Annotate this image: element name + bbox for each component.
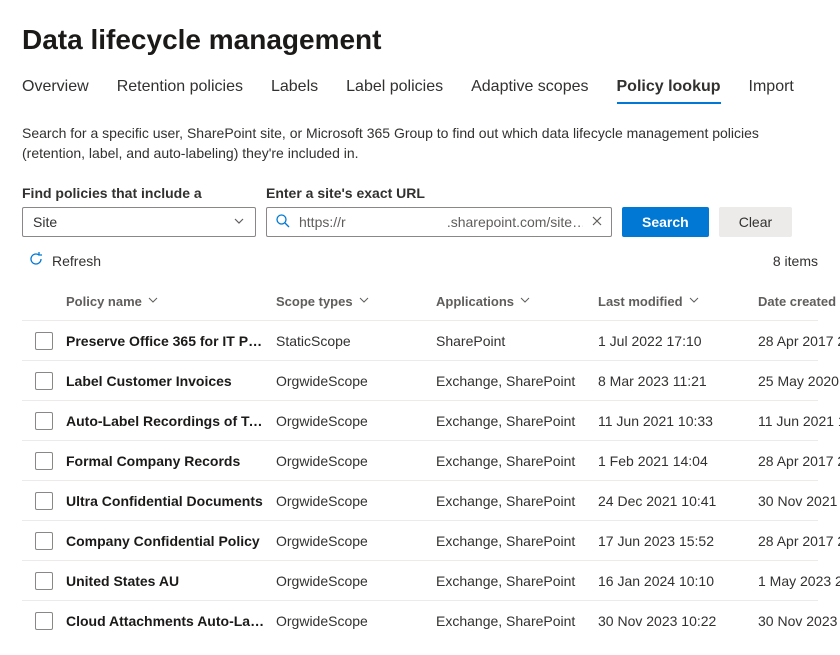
url-input[interactable] <box>299 214 583 230</box>
table-row[interactable]: Auto-Label Recordings of Team…OrgwideSco… <box>22 400 818 440</box>
cell-apps: SharePoint <box>436 333 598 349</box>
cell-modified: 16 Jan 2024 10:10 <box>598 573 758 589</box>
item-count: 8 items <box>773 253 818 269</box>
row-checkbox[interactable] <box>35 612 53 630</box>
search-button[interactable]: Search <box>622 207 709 237</box>
cell-modified: 30 Nov 2023 10:22 <box>598 613 758 629</box>
cell-created: 30 Nov 2023 06 <box>758 613 840 629</box>
cell-apps: Exchange, SharePoint <box>436 413 598 429</box>
chevron-down-icon <box>520 295 530 308</box>
table-row[interactable]: Label Customer InvoicesOrgwideScopeExcha… <box>22 360 818 400</box>
results-table: Policy name Scope types Applications Las… <box>22 284 818 640</box>
chevron-down-icon <box>233 214 245 230</box>
cell-created: 25 May 2020 15 <box>758 373 840 389</box>
table-row[interactable]: Cloud Attachments Auto-Label …OrgwideSco… <box>22 600 818 640</box>
col-scope-types[interactable]: Scope types <box>276 294 436 309</box>
cell-created: 1 May 2023 20: <box>758 573 840 589</box>
search-form: Find policies that include a Site Enter … <box>22 185 818 237</box>
page-description: Search for a specific user, SharePoint s… <box>22 124 782 163</box>
cell-modified: 1 Jul 2022 17:10 <box>598 333 758 349</box>
cell-scope: OrgwideScope <box>276 533 436 549</box>
chevron-down-icon <box>689 295 699 308</box>
scope-dropdown[interactable]: Site <box>22 207 256 237</box>
cell-apps: Exchange, SharePoint <box>436 453 598 469</box>
tab-bar: Overview Retention policies Labels Label… <box>22 78 818 104</box>
cell-scope: OrgwideScope <box>276 413 436 429</box>
refresh-button[interactable]: Refresh <box>28 251 101 270</box>
row-checkbox[interactable] <box>35 492 53 510</box>
cell-scope: OrgwideScope <box>276 613 436 629</box>
row-checkbox[interactable] <box>35 372 53 390</box>
cell-policy-name: Label Customer Invoices <box>66 373 276 389</box>
clear-input-icon[interactable] <box>591 214 603 230</box>
cell-policy-name: United States AU <box>66 573 276 589</box>
url-search-box[interactable] <box>266 207 612 237</box>
search-icon <box>275 213 291 232</box>
col-last-modified[interactable]: Last modified <box>598 294 758 309</box>
cell-policy-name: Auto-Label Recordings of Team… <box>66 413 276 429</box>
tab-retention-policies[interactable]: Retention policies <box>117 78 243 104</box>
toolbar: Refresh 8 items <box>28 251 818 270</box>
col-policy-name[interactable]: Policy name <box>66 294 276 309</box>
table-row[interactable]: Formal Company RecordsOrgwideScopeExchan… <box>22 440 818 480</box>
page-title: Data lifecycle management <box>22 24 818 56</box>
cell-scope: StaticScope <box>276 333 436 349</box>
row-checkbox[interactable] <box>35 412 53 430</box>
cell-modified: 24 Dec 2021 10:41 <box>598 493 758 509</box>
cell-policy-name: Company Confidential Policy <box>66 533 276 549</box>
scope-label: Find policies that include a <box>22 185 256 201</box>
cell-scope: OrgwideScope <box>276 573 436 589</box>
cell-scope: OrgwideScope <box>276 453 436 469</box>
url-label: Enter a site's exact URL <box>266 185 612 201</box>
refresh-icon <box>28 251 44 270</box>
row-checkbox[interactable] <box>35 332 53 350</box>
cell-modified: 8 Mar 2023 11:21 <box>598 373 758 389</box>
cell-modified: 11 Jun 2021 10:33 <box>598 413 758 429</box>
table-row[interactable]: United States AUOrgwideScopeExchange, Sh… <box>22 560 818 600</box>
tab-policy-lookup[interactable]: Policy lookup <box>617 78 721 104</box>
tab-adaptive-scopes[interactable]: Adaptive scopes <box>471 78 588 104</box>
cell-created: 28 Apr 2017 20: <box>758 333 840 349</box>
row-checkbox[interactable] <box>35 452 53 470</box>
row-checkbox[interactable] <box>35 532 53 550</box>
col-date-created[interactable]: Date created <box>758 294 840 309</box>
cell-policy-name: Ultra Confidential Documents <box>66 493 276 509</box>
chevron-down-icon <box>359 295 369 308</box>
tab-labels[interactable]: Labels <box>271 78 318 104</box>
cell-policy-name: Preserve Office 365 for IT Pros … <box>66 333 276 349</box>
cell-apps: Exchange, SharePoint <box>436 533 598 549</box>
table-row[interactable]: Preserve Office 365 for IT Pros …StaticS… <box>22 320 818 360</box>
cell-scope: OrgwideScope <box>276 493 436 509</box>
cell-modified: 17 Jun 2023 15:52 <box>598 533 758 549</box>
cell-scope: OrgwideScope <box>276 373 436 389</box>
col-applications[interactable]: Applications <box>436 294 598 309</box>
cell-apps: Exchange, SharePoint <box>436 573 598 589</box>
row-checkbox[interactable] <box>35 572 53 590</box>
cell-created: 30 Nov 2021 13 <box>758 493 840 509</box>
chevron-down-icon <box>148 295 158 308</box>
cell-apps: Exchange, SharePoint <box>436 613 598 629</box>
tab-label-policies[interactable]: Label policies <box>346 78 443 104</box>
cell-apps: Exchange, SharePoint <box>436 493 598 509</box>
table-row[interactable]: Ultra Confidential DocumentsOrgwideScope… <box>22 480 818 520</box>
cell-created: 11 Jun 2021 10: <box>758 413 840 429</box>
table-header: Policy name Scope types Applications Las… <box>22 284 818 320</box>
cell-apps: Exchange, SharePoint <box>436 373 598 389</box>
tab-import[interactable]: Import <box>749 78 794 104</box>
table-row[interactable]: Company Confidential PolicyOrgwideScopeE… <box>22 520 818 560</box>
cell-created: 28 Apr 2017 20: <box>758 453 840 469</box>
scope-value: Site <box>33 214 57 230</box>
cell-created: 28 Apr 2017 20: <box>758 533 840 549</box>
refresh-label: Refresh <box>52 253 101 269</box>
cell-policy-name: Cloud Attachments Auto-Label … <box>66 613 276 629</box>
cell-policy-name: Formal Company Records <box>66 453 276 469</box>
clear-button[interactable]: Clear <box>719 207 792 237</box>
cell-modified: 1 Feb 2021 14:04 <box>598 453 758 469</box>
tab-overview[interactable]: Overview <box>22 78 89 104</box>
